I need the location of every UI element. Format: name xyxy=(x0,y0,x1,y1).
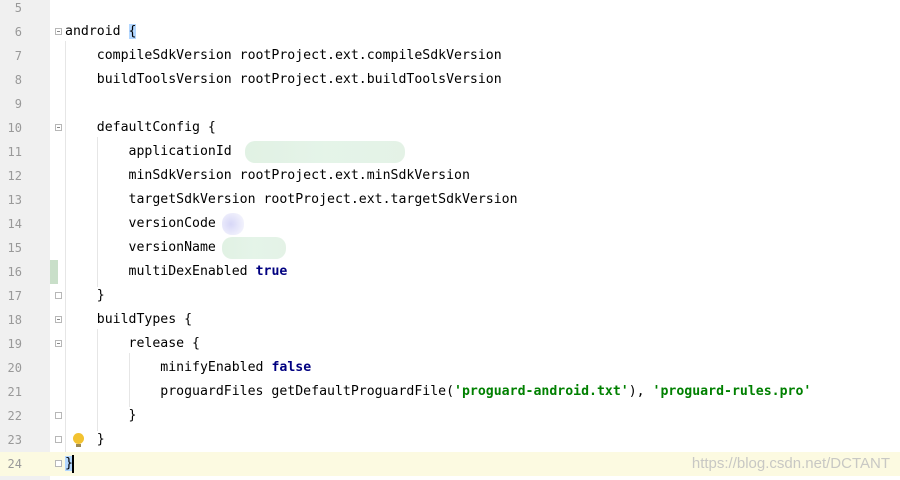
code-line: 12 minSdkVersion rootProject.ext.minSdkV… xyxy=(0,164,900,188)
code-line: 19 release { xyxy=(0,332,900,356)
matched-brace: { xyxy=(128,24,137,39)
code-text: } xyxy=(65,408,137,423)
line-number: 7 xyxy=(14,49,22,63)
line-number: 20 xyxy=(7,361,22,375)
line-number: 11 xyxy=(7,145,22,159)
line-number: 12 xyxy=(7,169,22,183)
code-line: 7 compileSdkVersion rootProject.ext.comp… xyxy=(0,44,900,68)
fold-toggle-icon[interactable] xyxy=(55,316,62,323)
code-text: targetSdkVersion rootProject.ext.targetS… xyxy=(65,192,518,207)
redacted-value xyxy=(222,213,244,235)
line-number: 19 xyxy=(7,337,22,351)
line-number: 15 xyxy=(7,241,22,255)
code-line: 17 } xyxy=(0,284,900,308)
line-number: 23 xyxy=(7,433,22,447)
fold-end-icon[interactable] xyxy=(55,292,62,299)
code-text: multiDexEnabled true xyxy=(65,264,288,279)
code-text: } xyxy=(65,288,105,303)
fold-end-icon[interactable] xyxy=(55,436,62,443)
code-line: 9 xyxy=(0,92,900,116)
code-line: 15 versionName xyxy=(0,236,900,260)
code-text: minifyEnabled false xyxy=(65,360,312,375)
line-number: 6 xyxy=(14,25,22,39)
code-line: 8 buildToolsVersion rootProject.ext.buil… xyxy=(0,68,900,92)
fold-toggle-icon[interactable] xyxy=(55,340,62,347)
code-line: 20 minifyEnabled false xyxy=(0,356,900,380)
line-number: 14 xyxy=(7,217,22,231)
code-text: release { xyxy=(65,336,200,351)
line-number: 22 xyxy=(7,409,22,423)
code-line: 16 multiDexEnabled true xyxy=(0,260,900,284)
line-number: 8 xyxy=(14,73,22,87)
fold-toggle-icon[interactable] xyxy=(55,124,62,131)
line-number: 9 xyxy=(14,97,22,111)
code-text: } xyxy=(65,432,105,447)
code-line: 18 buildTypes { xyxy=(0,308,900,332)
code-text: compileSdkVersion rootProject.ext.compil… xyxy=(65,48,502,63)
code-text: applicationId xyxy=(65,144,232,159)
line-number: 13 xyxy=(7,193,22,207)
code-text: buildTypes { xyxy=(65,312,193,327)
line-number: 16 xyxy=(7,265,22,279)
watermark: https://blog.csdn.net/DCTANT xyxy=(691,455,890,472)
code-line: 23 } xyxy=(0,428,900,452)
code-text: proguardFiles getDefaultProguardFile('pr… xyxy=(65,384,812,399)
fold-end-icon[interactable] xyxy=(55,412,62,419)
redacted-value xyxy=(245,141,405,163)
code-text: buildToolsVersion rootProject.ext.buildT… xyxy=(65,72,502,87)
code-line: 11 applicationId xyxy=(0,140,900,164)
line-number: 21 xyxy=(7,385,22,399)
code-text: android { xyxy=(65,24,137,39)
code-text: versionName xyxy=(65,240,216,255)
code-editor[interactable]: 5 6 android { 7 compileSdkVersion rootPr… xyxy=(0,0,900,480)
fold-end-icon[interactable] xyxy=(55,460,62,467)
fold-toggle-icon[interactable] xyxy=(55,28,62,35)
line-number: 10 xyxy=(7,121,22,135)
code-text: defaultConfig { xyxy=(65,120,216,135)
text-caret xyxy=(72,455,74,473)
code-line: 22 } xyxy=(0,404,900,428)
code-text: versionCode xyxy=(65,216,216,231)
code-line: 21 proguardFiles getDefaultProguardFile(… xyxy=(0,380,900,404)
line-number: 5 xyxy=(14,1,22,15)
vcs-change-marker[interactable] xyxy=(50,260,58,284)
code-line: 6 android { xyxy=(0,20,900,44)
line-number: 24 xyxy=(7,457,22,471)
line-number: 17 xyxy=(7,289,22,303)
code-line: 13 targetSdkVersion rootProject.ext.targ… xyxy=(0,188,900,212)
line-number: 18 xyxy=(7,313,22,327)
code-line: 10 defaultConfig { xyxy=(0,116,900,140)
code-text: minSdkVersion rootProject.ext.minSdkVers… xyxy=(65,168,470,183)
redacted-value xyxy=(222,237,286,259)
code-line: 5 xyxy=(0,0,900,20)
code-line: 14 versionCode xyxy=(0,212,900,236)
